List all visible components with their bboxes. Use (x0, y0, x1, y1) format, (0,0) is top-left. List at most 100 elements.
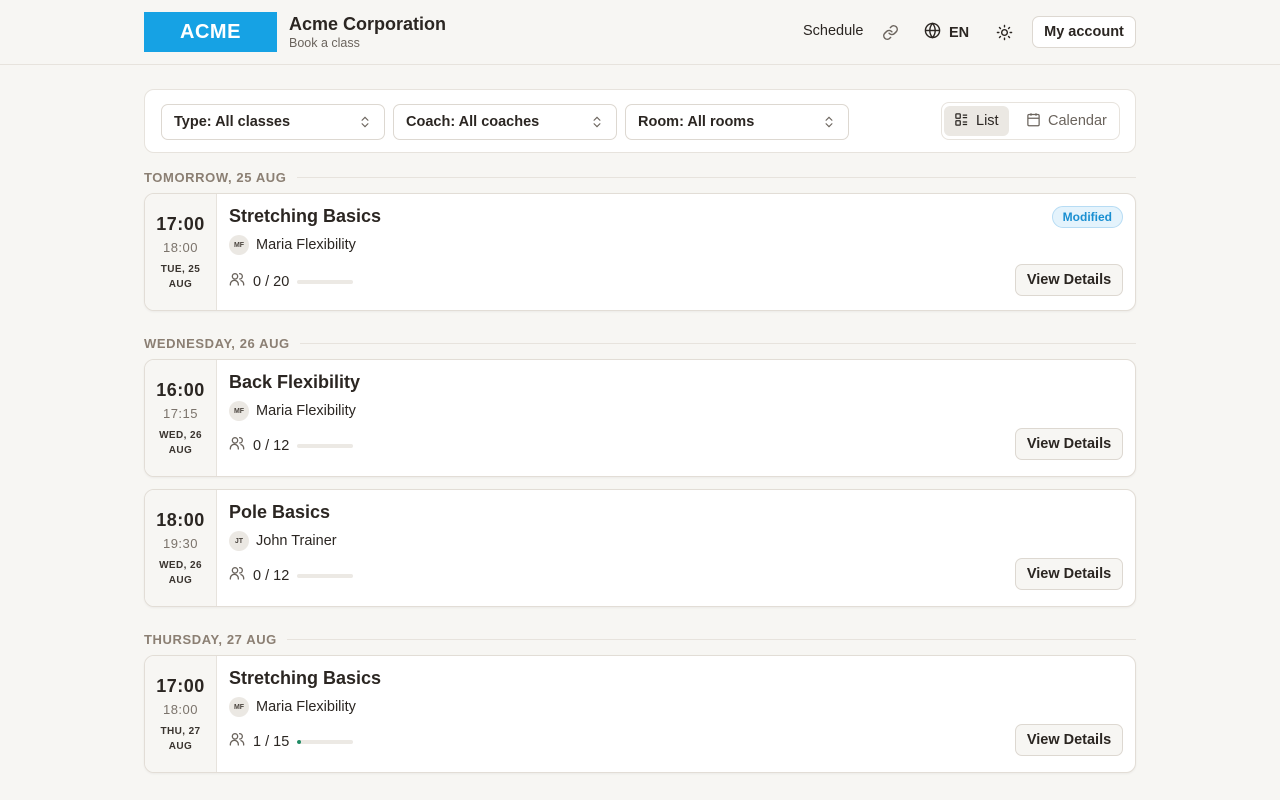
capacity-text: 0 / 12 (253, 437, 290, 454)
class-start-time: 18:00 (156, 510, 205, 530)
class-start-time: 16:00 (156, 380, 205, 400)
class-date: THU, 27 AUG (160, 726, 201, 752)
class-card: 16:00 17:15 WED, 26 AUG Back Flexibility… (144, 359, 1136, 477)
capacity: 0 / 20 (229, 271, 354, 292)
capacity-bar (297, 573, 354, 578)
users-icon (229, 731, 245, 752)
users-icon (229, 271, 245, 292)
class-end-time: 19:30 (162, 536, 199, 551)
class-date: TUE, 25 AUG (160, 264, 201, 290)
chevron-updown-icon (590, 115, 604, 133)
coach-name: Maria Flexibility (256, 403, 356, 419)
coach-avatar: MF (229, 401, 249, 421)
capacity-count: 12 (273, 437, 290, 454)
acme-logo[interactable]: ACME (144, 12, 277, 52)
divider (296, 176, 1136, 178)
capacity-bar (297, 443, 354, 448)
coach-avatar: MF (229, 235, 249, 255)
filter-bar: Type: All classes Coach: All coaches Roo… (144, 89, 1136, 153)
class-card: 17:00 18:00 TUE, 25 AUG Stretching Basic… (144, 193, 1136, 311)
class-end-time: 17:15 (162, 406, 199, 421)
divider (299, 342, 1136, 344)
class-card: 18:00 19:30 WED, 26 AUG Pole Basics JT J… (144, 489, 1136, 607)
list-view-button[interactable]: List (944, 106, 1009, 136)
class-end-time: 18:00 (162, 240, 199, 255)
day-label: TOMORROW, 25 AUG (144, 169, 287, 185)
coach-name: Maria Flexibility (256, 699, 356, 715)
class-time-column: 17:00 18:00 THU, 27 AUG (145, 656, 217, 772)
capacity-count: 12 (273, 567, 290, 584)
coach-info: MF Maria Flexibility (229, 401, 356, 421)
users-icon (229, 435, 245, 456)
capacity-bar (297, 739, 354, 744)
capacity-count: 15 (273, 733, 290, 750)
calendar-icon (1026, 112, 1041, 131)
brand: Acme Corporation Book a class (289, 13, 446, 50)
class-title: Back Flexibility (229, 372, 361, 392)
booked-count: 1 (253, 733, 262, 750)
list-view-label: List (976, 113, 999, 129)
capacity: 0 / 12 (229, 565, 354, 586)
link-icon[interactable] (880, 22, 900, 42)
capacity-count: 20 (273, 273, 290, 290)
users-icon (229, 565, 245, 586)
top-bar: ACME Acme Corporation Book a class Sched… (0, 0, 1280, 65)
view-details-button[interactable]: View Details (1015, 558, 1123, 590)
coach-filter-select[interactable]: Coach: All coaches (393, 104, 617, 140)
coach-avatar: JT (229, 531, 249, 551)
day-header: TOMORROW, 25 AUG (144, 167, 1136, 187)
class-end-time: 18:00 (162, 702, 199, 717)
day-header: WEDNESDAY, 26 AUG (144, 333, 1136, 353)
divider (286, 638, 1136, 640)
logo-text: ACME (180, 20, 241, 43)
class-time-column: 16:00 17:15 WED, 26 AUG (145, 360, 217, 476)
coach-name: Maria Flexibility (256, 237, 356, 253)
view-details-button[interactable]: View Details (1015, 724, 1123, 756)
class-start-time: 17:00 (156, 214, 205, 234)
org-name: Acme Corporation (289, 14, 447, 34)
coach-name: John Trainer (256, 533, 337, 549)
type-filter-label: Type: All classes (174, 114, 291, 130)
class-date: WED, 26 AUG (159, 430, 202, 456)
day-header: THURSDAY, 27 AUG (144, 629, 1136, 649)
class-date: WED, 26 AUG (159, 560, 202, 586)
chevron-updown-icon (822, 115, 836, 133)
class-card: 17:00 18:00 THU, 27 AUG Stretching Basic… (144, 655, 1136, 773)
coach-avatar: MF (229, 697, 249, 717)
capacity: 0 / 12 (229, 435, 354, 456)
modified-badge: Modified (1051, 206, 1123, 228)
my-account-button[interactable]: My account (1032, 16, 1136, 48)
theme-toggle-sun-icon[interactable] (994, 22, 1014, 42)
type-filter-select[interactable]: Type: All classes (161, 104, 385, 140)
room-filter-label: Room: All rooms (638, 114, 755, 130)
capacity-text: 1 / 15 (253, 733, 290, 750)
coach-info: MF Maria Flexibility (229, 697, 356, 717)
calendar-view-label: Calendar (1048, 113, 1107, 129)
class-time-column: 17:00 18:00 TUE, 25 AUG (145, 194, 217, 310)
class-time-column: 18:00 19:30 WED, 26 AUG (145, 490, 217, 606)
class-title: Stretching Basics (229, 668, 382, 688)
booked-count: 0 (253, 273, 262, 290)
chevron-updown-icon (358, 115, 372, 133)
coach-info: JT John Trainer (229, 531, 337, 551)
capacity-text: 0 / 20 (253, 273, 290, 290)
room-filter-select[interactable]: Room: All rooms (625, 104, 849, 140)
class-title: Pole Basics (229, 502, 331, 522)
language-label: EN (949, 24, 970, 41)
list-icon (954, 112, 969, 131)
org-subtitle: Book a class (289, 36, 360, 50)
language-selector[interactable]: EN (924, 22, 969, 43)
coach-info: MF Maria Flexibility (229, 235, 356, 255)
capacity: 1 / 15 (229, 731, 354, 752)
class-start-time: 17:00 (156, 676, 205, 696)
view-details-button[interactable]: View Details (1015, 428, 1123, 460)
class-title: Stretching Basics (229, 206, 382, 226)
nav-schedule-link[interactable]: Schedule (803, 23, 863, 39)
capacity-bar (297, 279, 354, 284)
capacity-text: 0 / 12 (253, 567, 290, 584)
day-label: WEDNESDAY, 26 AUG (144, 335, 290, 351)
coach-filter-label: Coach: All coaches (406, 114, 540, 130)
calendar-view-button[interactable]: Calendar (1016, 106, 1117, 136)
day-label: THURSDAY, 27 AUG (144, 631, 277, 647)
view-details-button[interactable]: View Details (1015, 264, 1123, 296)
